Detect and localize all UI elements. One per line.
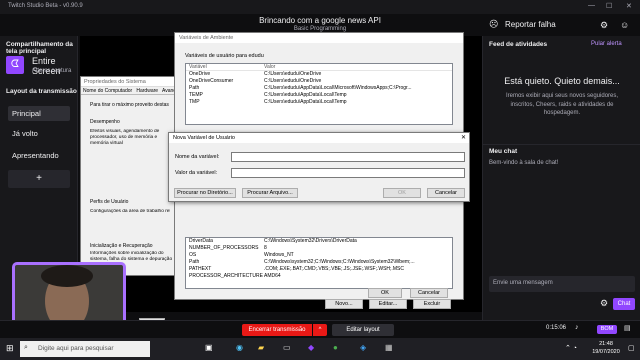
stream-timer: 0:15:06 bbox=[546, 325, 567, 331]
twitch-studio-taskbar-icon[interactable]: ◆ bbox=[308, 343, 314, 352]
app-title: Twitch Studio Beta - v0.90.9 bbox=[8, 3, 83, 9]
close-icon[interactable]: ✕ bbox=[461, 134, 466, 141]
chat-send-button[interactable]: Chat bbox=[613, 298, 635, 310]
bug-icon[interactable]: ☹ bbox=[489, 19, 498, 30]
user-vars-label: Variáveis de usuário para edudu bbox=[185, 53, 264, 59]
tab-hardware[interactable]: Hardware bbox=[136, 88, 158, 94]
close-icon[interactable]: ✕ bbox=[626, 2, 632, 10]
twitch-logo-icon: ᗧ bbox=[6, 56, 24, 74]
stream-control-bar: Encerrar transmissão ^ Editar layout 0:1… bbox=[0, 320, 640, 338]
maximize-icon[interactable]: ☐ bbox=[606, 2, 612, 10]
env-ok-button[interactable]: OK bbox=[368, 288, 402, 298]
chevron-up-icon[interactable]: ^ bbox=[313, 324, 327, 336]
file-explorer-icon[interactable]: ▰ bbox=[258, 343, 264, 352]
chat-input[interactable]: Envie uma mensagem bbox=[489, 276, 635, 292]
search-icon: ⌕ bbox=[24, 344, 28, 351]
startup-title: Inicialização e Recuperação bbox=[90, 243, 153, 249]
column-header-value[interactable]: Valor bbox=[264, 64, 275, 70]
chat-welcome: Bem-vindo à sala de chat! bbox=[489, 160, 559, 166]
divider bbox=[483, 144, 640, 145]
performance-title: Desempenho bbox=[90, 119, 120, 125]
stats-icon[interactable]: ▤ bbox=[624, 324, 631, 332]
env-vars-title: Variáveis de Ambiente bbox=[175, 33, 463, 43]
system-tray-icon[interactable]: ⌃ ◔ bbox=[565, 344, 577, 352]
variable-value-label: Valor da variável: bbox=[175, 170, 218, 176]
profile-icon[interactable]: ☺ bbox=[620, 20, 629, 30]
table-row[interactable]: PROCESSOR_ARCHITECTUREAMD64 bbox=[186, 273, 452, 280]
variable-name-label: Nome da variável: bbox=[175, 154, 220, 160]
new-variable-button[interactable]: Novo... bbox=[325, 299, 363, 309]
system-vars-table[interactable]: DriverData C:\Windows\System32\Drivers\Dr… bbox=[185, 237, 453, 289]
new-var-cancel-button[interactable]: Cancelar bbox=[427, 188, 465, 198]
table-row[interactable]: PATHEXT .COM;.EXE;.BAT;.CMD;.VBS;.VBE;.JS… bbox=[186, 266, 452, 273]
settings-window-icon[interactable]: ▦ bbox=[385, 343, 393, 352]
table-row[interactable]: OneDrive C:\Users\edudu\OneDrive bbox=[186, 71, 452, 78]
table-row[interactable]: NUMBER_OF_PROCESSORS 8 bbox=[186, 245, 452, 252]
chat-placeholder: Envie uma mensagem bbox=[493, 280, 553, 286]
table-row[interactable]: Path C:\Users\edudu\AppData\Local\Microso… bbox=[186, 85, 452, 92]
table-row[interactable]: OS Windows_NT bbox=[186, 252, 452, 259]
add-scene-button[interactable]: + bbox=[8, 170, 70, 188]
right-panel: Feed de atividades Pular alerta Está qui… bbox=[482, 36, 640, 320]
end-stream-button[interactable]: Encerrar transmissão bbox=[242, 324, 312, 336]
minimize-icon[interactable]: — bbox=[588, 2, 595, 9]
edit-layout-button[interactable]: Editar layout bbox=[332, 324, 394, 336]
code-editor-icon[interactable]: ◈ bbox=[360, 343, 366, 352]
taskbar-clock[interactable]: 21:48 19/07/2020 bbox=[588, 340, 624, 356]
table-row[interactable]: DriverData C:\Windows\System32\Drivers\Dr… bbox=[186, 238, 452, 245]
table-row[interactable]: TMP C:\Users\edudu\AppData\Local\Temp bbox=[186, 99, 452, 106]
webcam-hair bbox=[41, 265, 93, 287]
app-taskbar-icon[interactable]: ● bbox=[333, 343, 338, 352]
clock-time: 21:48 bbox=[599, 341, 613, 347]
activity-feed-title: Feed de atividades bbox=[489, 41, 548, 48]
edit-variable-button[interactable]: Editar... bbox=[369, 299, 407, 309]
quiet-title: Está quieto. Quieto demais... bbox=[504, 76, 620, 86]
tab-computer-name[interactable]: Nome do Computador bbox=[83, 88, 132, 94]
variable-value-input[interactable] bbox=[231, 168, 465, 178]
user-vars-table[interactable]: Variável Valor OneDrive C:\Users\edudu\One… bbox=[185, 63, 453, 125]
search-placeholder: Digite aqui para pesquisar bbox=[38, 345, 114, 352]
change-capture-link[interactable]: Alterar captura bbox=[32, 68, 71, 74]
admin-note: Para tirar o máximo proveito destas alte… bbox=[90, 102, 170, 108]
table-row[interactable]: TEMP C:\Users\edudu\AppData\Local\Temp bbox=[186, 92, 452, 99]
screen-share-title: Compartilhamento da tela principal bbox=[6, 41, 73, 55]
notifications-icon[interactable]: ▢ bbox=[628, 344, 635, 352]
new-var-title: Nova Variável de Usuário bbox=[169, 133, 469, 143]
edge-browser-icon[interactable]: ◉ bbox=[236, 343, 243, 352]
quiet-body: Iremos exibir aqui seus novos seguidores… bbox=[505, 93, 619, 116]
variable-name-input[interactable] bbox=[231, 152, 465, 162]
scene-ja-volto[interactable]: Já volto bbox=[8, 126, 70, 141]
table-row[interactable]: Path C:\Windows\system32;C:\Windows;C:\Wi… bbox=[186, 259, 452, 266]
new-user-variable-dialog: Nova Variável de Usuário ✕ Nome da variá… bbox=[168, 132, 470, 202]
chat-settings-icon[interactable]: ⚙ bbox=[600, 298, 608, 309]
report-bug-link[interactable]: Reportar falha bbox=[505, 20, 556, 29]
user-profiles-title: Perfis de Usuário bbox=[90, 199, 129, 205]
table-row[interactable]: OneDriveConsumer C:\Users\edudu\OneDrive bbox=[186, 78, 452, 85]
delete-variable-button[interactable]: Excluir bbox=[413, 299, 451, 309]
chat-title: Meu chat bbox=[489, 148, 518, 155]
user-profiles-desc: Configurações da área de trabalho relati… bbox=[90, 209, 170, 214]
settings-icon[interactable]: ⚙ bbox=[600, 20, 608, 31]
new-var-ok-button[interactable]: OK bbox=[383, 188, 421, 198]
browse-file-button[interactable]: Procurar Arquivo... bbox=[242, 188, 298, 198]
mic-icon[interactable]: ♪ bbox=[575, 324, 579, 331]
browse-directory-button[interactable]: Procurar no Diretório... bbox=[174, 188, 236, 198]
windows-start-icon[interactable]: ⊞ bbox=[6, 343, 14, 354]
task-view-icon[interactable]: ▣ bbox=[205, 343, 213, 352]
terminal-icon[interactable]: ▭ bbox=[283, 343, 291, 352]
scene-apresentando[interactable]: Apresentando bbox=[8, 148, 70, 163]
layout-title: Layout da transmissão bbox=[6, 88, 77, 95]
performance-desc: Efeitos visuais, agendamento de processa… bbox=[90, 129, 160, 146]
stream-preview-canvas: Propriedades do Sistema Nome do Computad… bbox=[12, 32, 482, 344]
skip-alert-link[interactable]: Pular alerta bbox=[591, 41, 622, 47]
column-header-variable[interactable]: Variável bbox=[186, 64, 264, 70]
scene-principal[interactable]: Principal bbox=[8, 106, 70, 121]
windows-taskbar: ⊞ ⌕ Digite aqui para pesquisar ▣ ◉ ▰ ▭ ◆… bbox=[0, 338, 640, 360]
app-title-bar: Twitch Studio Beta - v0.90.9 — ☐ ✕ bbox=[0, 0, 640, 14]
env-cancel-button[interactable]: Cancelar bbox=[410, 288, 448, 298]
taskbar-search-input[interactable]: ⌕ Digite aqui para pesquisar bbox=[20, 341, 150, 357]
clock-date: 19/07/2020 bbox=[592, 349, 620, 355]
connection-status-badge: BOM bbox=[597, 325, 617, 334]
